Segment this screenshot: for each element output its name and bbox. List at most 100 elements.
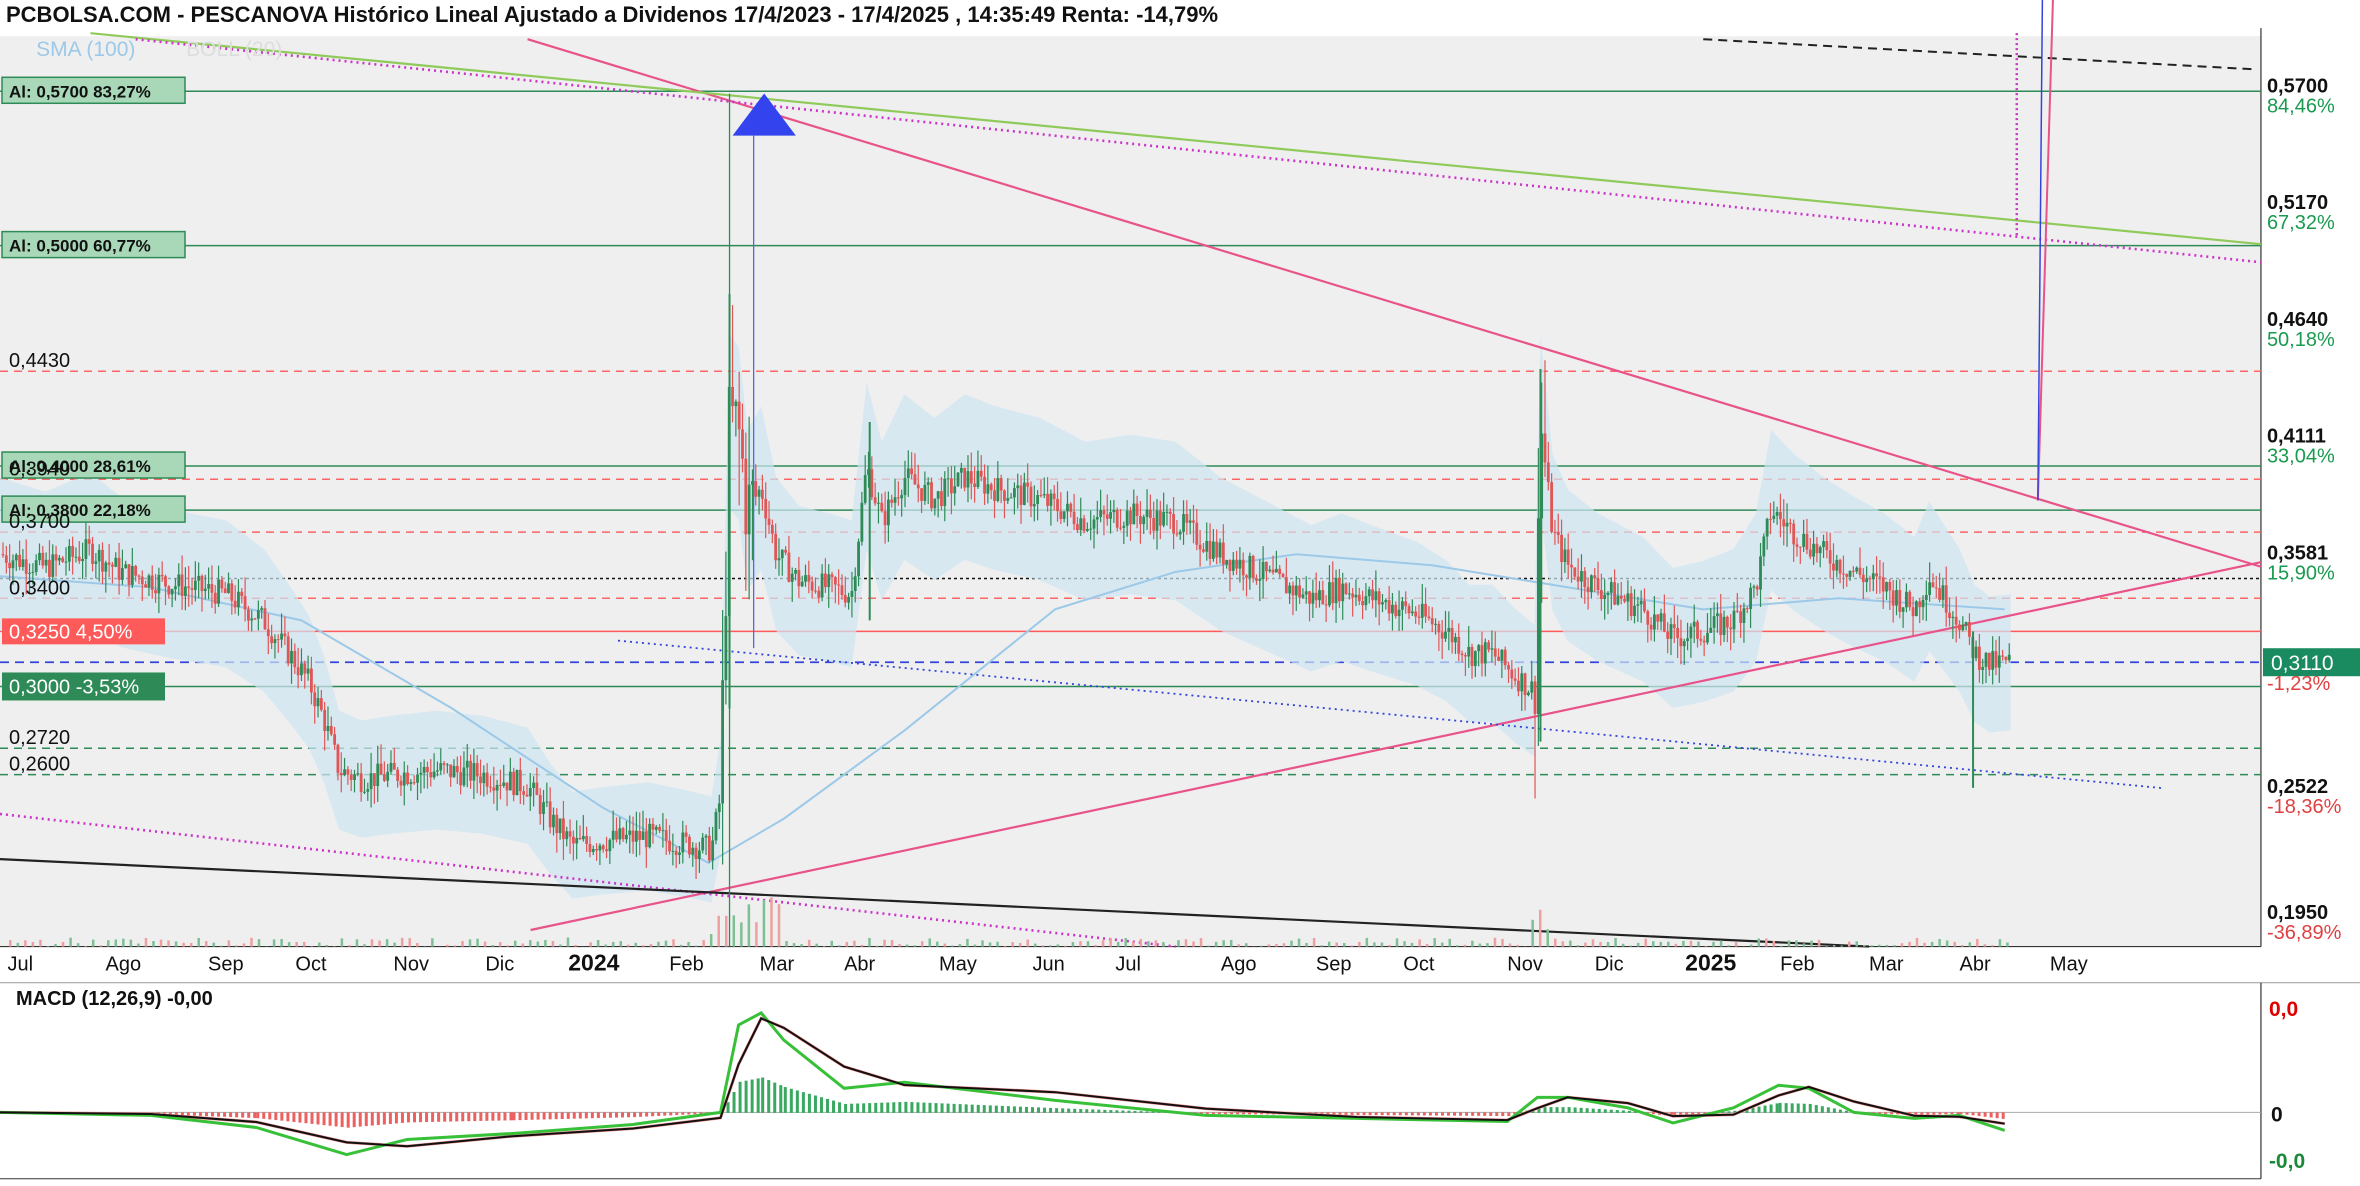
- candle-body: [1318, 590, 1321, 601]
- candle-body: [11, 560, 15, 569]
- candle-body: [1059, 511, 1063, 519]
- volume-bar: [1403, 941, 1406, 947]
- candle-body: [1725, 616, 1729, 628]
- macd-histogram-bar: [1223, 1112, 1227, 1115]
- candle-body: [1689, 626, 1693, 639]
- candle-body: [1265, 561, 1268, 572]
- macd-histogram-bar: [826, 1098, 830, 1113]
- candle-body: [913, 474, 917, 485]
- candle-body: [936, 491, 940, 499]
- candle-body: [1337, 577, 1341, 602]
- macd-histogram-bar: [370, 1112, 374, 1126]
- candle-body: [1192, 520, 1195, 523]
- volume-bar: [1388, 944, 1391, 947]
- macd-histogram-bar: [1061, 1108, 1065, 1113]
- macd-histogram-bar: [437, 1112, 441, 1122]
- candle-body: [1158, 510, 1162, 526]
- candle-body: [1808, 549, 1812, 557]
- candle-body: [217, 579, 220, 604]
- candle-body: [1871, 573, 1875, 580]
- macd-histogram-bar: [874, 1102, 878, 1113]
- candle-body: [1215, 541, 1219, 558]
- candle-body: [462, 767, 466, 786]
- candle-body: [940, 491, 943, 507]
- candle-body: [1729, 627, 1733, 630]
- level-label: 0,3000 -3,53%: [9, 676, 139, 698]
- macd-histogram-bar: [1802, 1103, 1806, 1113]
- macd-histogram-bar: [530, 1112, 534, 1120]
- macd-histogram-bar: [1820, 1106, 1824, 1113]
- volume-bar: [1154, 940, 1158, 947]
- candle-body: [1609, 582, 1613, 593]
- macd-histogram-bar: [783, 1087, 787, 1113]
- candle-body: [1168, 511, 1172, 514]
- candle-body: [916, 484, 920, 489]
- volume-bar: [1893, 945, 1896, 947]
- candle-body: [1772, 515, 1776, 519]
- candle-body: [369, 773, 373, 790]
- macd-histogram-bar: [1229, 1112, 1233, 1115]
- candle-body: [303, 663, 307, 674]
- candle-body: [91, 543, 94, 564]
- volume-bar: [1486, 943, 1489, 947]
- candle-body: [319, 698, 323, 710]
- volume-bar: [1697, 941, 1700, 947]
- candle-body: [877, 502, 880, 504]
- candle-body: [492, 787, 496, 791]
- volume-bar: [1116, 941, 1120, 947]
- macd-histogram-bar: [1145, 1111, 1149, 1113]
- volume-bar: [529, 940, 532, 947]
- volume-bar: [1124, 938, 1127, 947]
- macd-histogram-bar: [1356, 1112, 1360, 1115]
- macd-histogram-bar: [211, 1112, 215, 1117]
- candle-body: [1649, 624, 1653, 630]
- volume-bar: [973, 944, 977, 947]
- macd-histogram-bar: [608, 1112, 612, 1118]
- candle-body: [389, 762, 393, 772]
- price-tick-pct: 33,04%: [2267, 446, 2335, 468]
- macd-histogram-bar: [1814, 1105, 1818, 1113]
- candle-body: [1500, 649, 1504, 661]
- macd-histogram-bar: [1067, 1108, 1071, 1113]
- candle-body: [1838, 559, 1842, 574]
- volume-bar: [1561, 941, 1565, 947]
- volume-bar: [1463, 944, 1467, 947]
- macd-label: MACD (12,26,9) -0,00: [16, 988, 213, 1010]
- candle-body: [1251, 555, 1255, 579]
- candle-body: [1099, 510, 1103, 518]
- candle-body: [84, 539, 88, 559]
- candle-body: [774, 533, 778, 561]
- volume-bar: [536, 941, 540, 947]
- candle-body: [1901, 607, 1905, 612]
- volume-bar: [1757, 938, 1761, 947]
- volume-bar: [1026, 939, 1029, 947]
- candle-body: [983, 476, 986, 494]
- candle-body: [31, 572, 35, 574]
- candle-body: [382, 774, 386, 781]
- macd-histogram-bar: [1079, 1109, 1083, 1113]
- candle-body: [575, 837, 579, 844]
- volume-bar: [378, 940, 381, 947]
- candle-body: [764, 498, 768, 519]
- macd-histogram-bar: [1769, 1104, 1773, 1113]
- macd-histogram-bar: [268, 1112, 272, 1120]
- volume-bar: [1576, 945, 1580, 947]
- candle-body: [157, 574, 161, 594]
- candle-body: [1218, 542, 1222, 558]
- candle-body: [950, 478, 953, 494]
- macd-histogram-bar: [1977, 1112, 1981, 1117]
- candle-body: [1991, 651, 1995, 670]
- candle-body: [1148, 509, 1152, 518]
- candle-body: [1842, 573, 1845, 575]
- candle-body: [525, 794, 529, 797]
- level-label: 0,3940: [9, 458, 70, 480]
- macd-histogram-bar: [431, 1112, 435, 1122]
- chart-canvas: SMA (100) BOLL (20) Al: 0,5700 83,27% Al: 0…: [0, 0, 2360, 1180]
- candle-body: [8, 562, 12, 569]
- candle-body: [1288, 585, 1292, 594]
- macd-histogram-bar: [512, 1112, 516, 1121]
- candle-body: [903, 478, 907, 496]
- level-label: 0,3400: [9, 577, 70, 599]
- candle-body: [1095, 517, 1099, 520]
- candle-body: [273, 639, 277, 644]
